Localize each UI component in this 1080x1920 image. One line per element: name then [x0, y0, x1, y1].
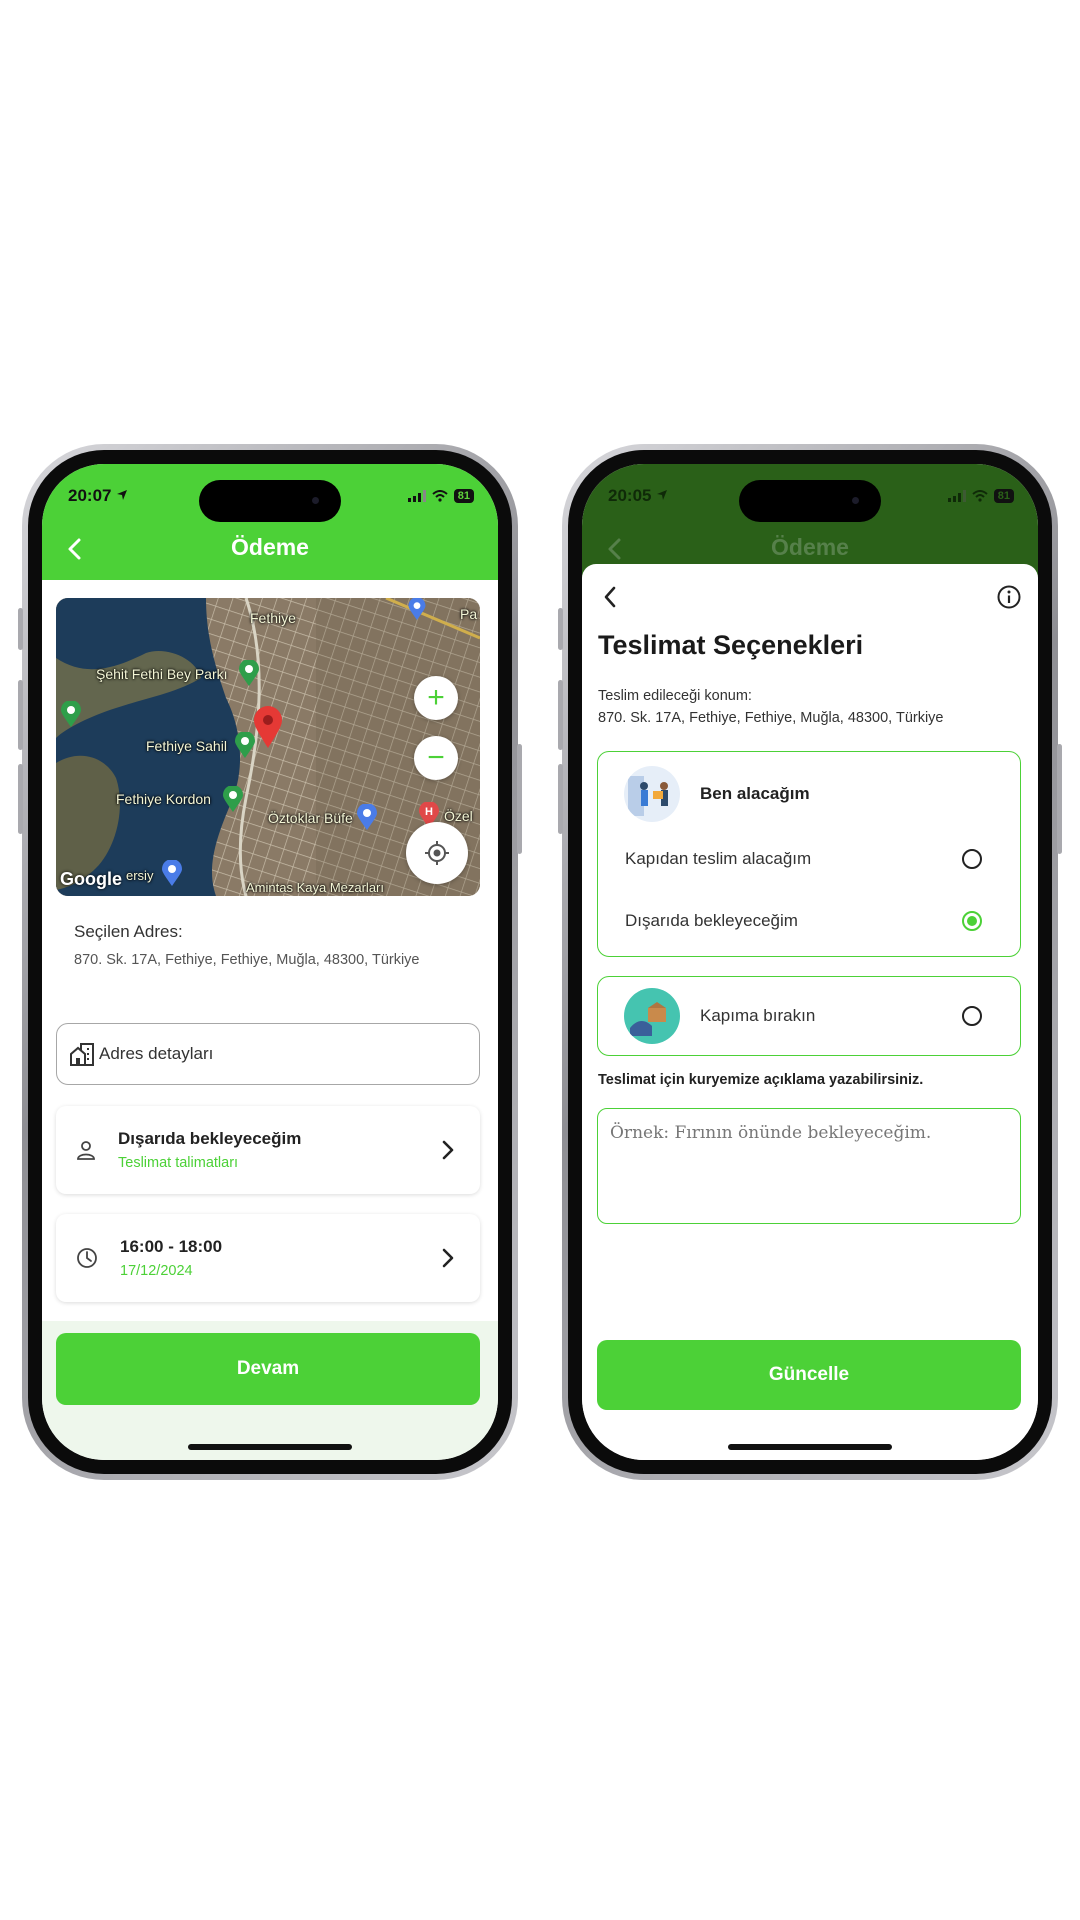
building-icon — [70, 1043, 94, 1066]
map-label: ersiy — [126, 868, 154, 883]
chevron-right-icon — [442, 1248, 454, 1268]
selected-address-title: Seçilen Adres: — [74, 922, 183, 941]
note-label: Teslimat için kuryemize açıklama yazabil… — [598, 1072, 924, 1088]
person-icon — [77, 1141, 95, 1160]
address-details-field[interactable]: Adres detayları — [56, 1023, 480, 1085]
map-pin-icon — [254, 706, 282, 748]
page-title: Ödeme — [771, 534, 849, 560]
sheet-title: Teslimat Seçenekleri — [598, 630, 864, 660]
zoom-in-button[interactable]: + — [414, 676, 458, 720]
map-label: Öztoklar Büfe — [268, 810, 353, 826]
status-icons: 81 — [407, 489, 474, 503]
radio-button[interactable] — [962, 1006, 982, 1026]
shop-pin-icon — [408, 598, 426, 620]
back-arrow-icon[interactable] — [598, 584, 624, 610]
option-leave-at-door[interactable]: Kapıma bırakın — [597, 976, 1021, 1056]
map-label: Fethiye — [250, 610, 296, 626]
map-label: Fethiye Sahil — [146, 738, 227, 754]
locate-button[interactable] — [406, 822, 468, 884]
delivery-instructions-card[interactable]: Dışarıda bekleyeceğim Teslimat talimatla… — [56, 1106, 480, 1194]
location-arrow-icon — [657, 490, 668, 500]
radio-button-selected[interactable] — [962, 911, 982, 931]
phone-right: Ödeme 20:05 81 Teslimat Seçenekleri Tesl… — [558, 444, 1062, 1480]
option-pickup-title: Ben alacağım — [700, 784, 810, 803]
map-label: Amintas Kaya Mezarları — [246, 880, 384, 895]
courier-handoff-illustration — [624, 766, 680, 822]
shop-pin-icon — [162, 860, 182, 886]
home-indicator[interactable] — [188, 1444, 352, 1450]
map-view[interactable]: Fethiye Şehit Fethi Bey Parkı Fethiye Sa… — [56, 598, 480, 896]
battery-icon: 81 — [453, 489, 474, 503]
location-arrow-icon — [117, 490, 128, 500]
signal-icon — [947, 490, 966, 502]
wifi-icon — [972, 490, 988, 502]
signal-icon — [407, 490, 426, 502]
status-time: 20:07 — [68, 486, 128, 506]
choice-label: Dışarıda bekleyeceğim — [625, 911, 798, 930]
svg-text:H: H — [425, 806, 433, 818]
page-title: Ödeme — [231, 534, 309, 560]
choice-receive-at-door[interactable]: Kapıdan teslim alacağım — [598, 828, 1020, 890]
courier-note-input[interactable]: Örnek: Fırının önünde bekleyeceğim. — [597, 1108, 1021, 1224]
info-icon[interactable] — [996, 584, 1022, 610]
status-icons: 81 — [947, 489, 1014, 503]
screen-delivery-options: Ödeme 20:05 81 Teslimat Seçenekleri Tesl… — [582, 464, 1038, 1460]
delivery-options-sheet: Teslimat Seçenekleri Teslim edileceği ko… — [582, 564, 1038, 1460]
map-label: Şehit Fethi Bey Parkı — [96, 666, 228, 682]
clock-icon — [77, 1248, 97, 1268]
package-at-door-illustration — [624, 988, 680, 1044]
bottom-bar: Devam — [42, 1321, 498, 1460]
radio-button[interactable] — [962, 849, 982, 869]
status-time-text: 20:05 — [608, 486, 652, 505]
dynamic-island — [199, 480, 341, 522]
screen-payment: Ödeme 20:07 81 Fethiye Şehit Fethi Bey P… — [42, 464, 498, 1460]
selected-address: Seçilen Adres: 870. Sk. 17A, Fethiye, Fe… — [74, 922, 474, 971]
option-pickup[interactable]: Ben alacağım Kapıdan teslim alacağım Dış… — [597, 751, 1021, 957]
park-pin-icon — [239, 660, 259, 686]
location-label: Teslim edileceği konum: — [598, 688, 752, 704]
chevron-right-icon — [442, 1140, 454, 1160]
map-label: Özel — [444, 808, 473, 824]
locate-icon — [425, 841, 449, 865]
address-details-placeholder: Adres detayları — [99, 1044, 214, 1063]
google-logo: Google — [60, 869, 122, 889]
status-time-text: 20:07 — [68, 486, 112, 505]
walk-pin-icon — [223, 786, 243, 812]
phone-left: Ödeme 20:07 81 Fethiye Şehit Fethi Bey P… — [18, 444, 522, 1480]
update-button[interactable]: Güncelle — [597, 1340, 1021, 1410]
continue-button[interactable]: Devam — [56, 1333, 480, 1405]
beach-pin-icon — [61, 701, 81, 727]
map-label: Fethiye Kordon — [116, 791, 211, 807]
home-indicator[interactable] — [728, 1444, 892, 1450]
option-leave-title: Kapıma bırakın — [700, 1006, 816, 1025]
map-label: Pa — [460, 606, 478, 622]
location-value: 870. Sk. 17A, Fethiye, Fethiye, Muğla, 4… — [598, 710, 944, 726]
note-placeholder: Örnek: Fırının önünde bekleyeceğim. — [610, 1123, 932, 1143]
zoom-out-button[interactable]: − — [414, 736, 458, 780]
selected-address-text: 870. Sk. 17A, Fethiye, Fethiye, Muğla, 4… — [74, 952, 420, 968]
shop-pin-icon — [357, 804, 377, 830]
delivery-date: 17/12/2024 — [120, 1263, 193, 1279]
choice-label: Kapıdan teslim alacağım — [625, 849, 812, 868]
battery-icon: 81 — [993, 489, 1014, 503]
delivery-time-card[interactable]: 16:00 - 18:00 17/12/2024 — [56, 1214, 480, 1302]
delivery-instructions-label: Teslimat talimatları — [118, 1155, 239, 1171]
wifi-icon — [432, 490, 448, 502]
delivery-option-text: Dışarıda bekleyeceğim — [118, 1129, 302, 1148]
delivery-time-range: 16:00 - 18:00 — [120, 1237, 223, 1256]
choice-wait-outside[interactable]: Dışarıda bekleyeceğim — [598, 890, 1020, 952]
dynamic-island — [739, 480, 881, 522]
status-time: 20:05 — [608, 486, 668, 506]
